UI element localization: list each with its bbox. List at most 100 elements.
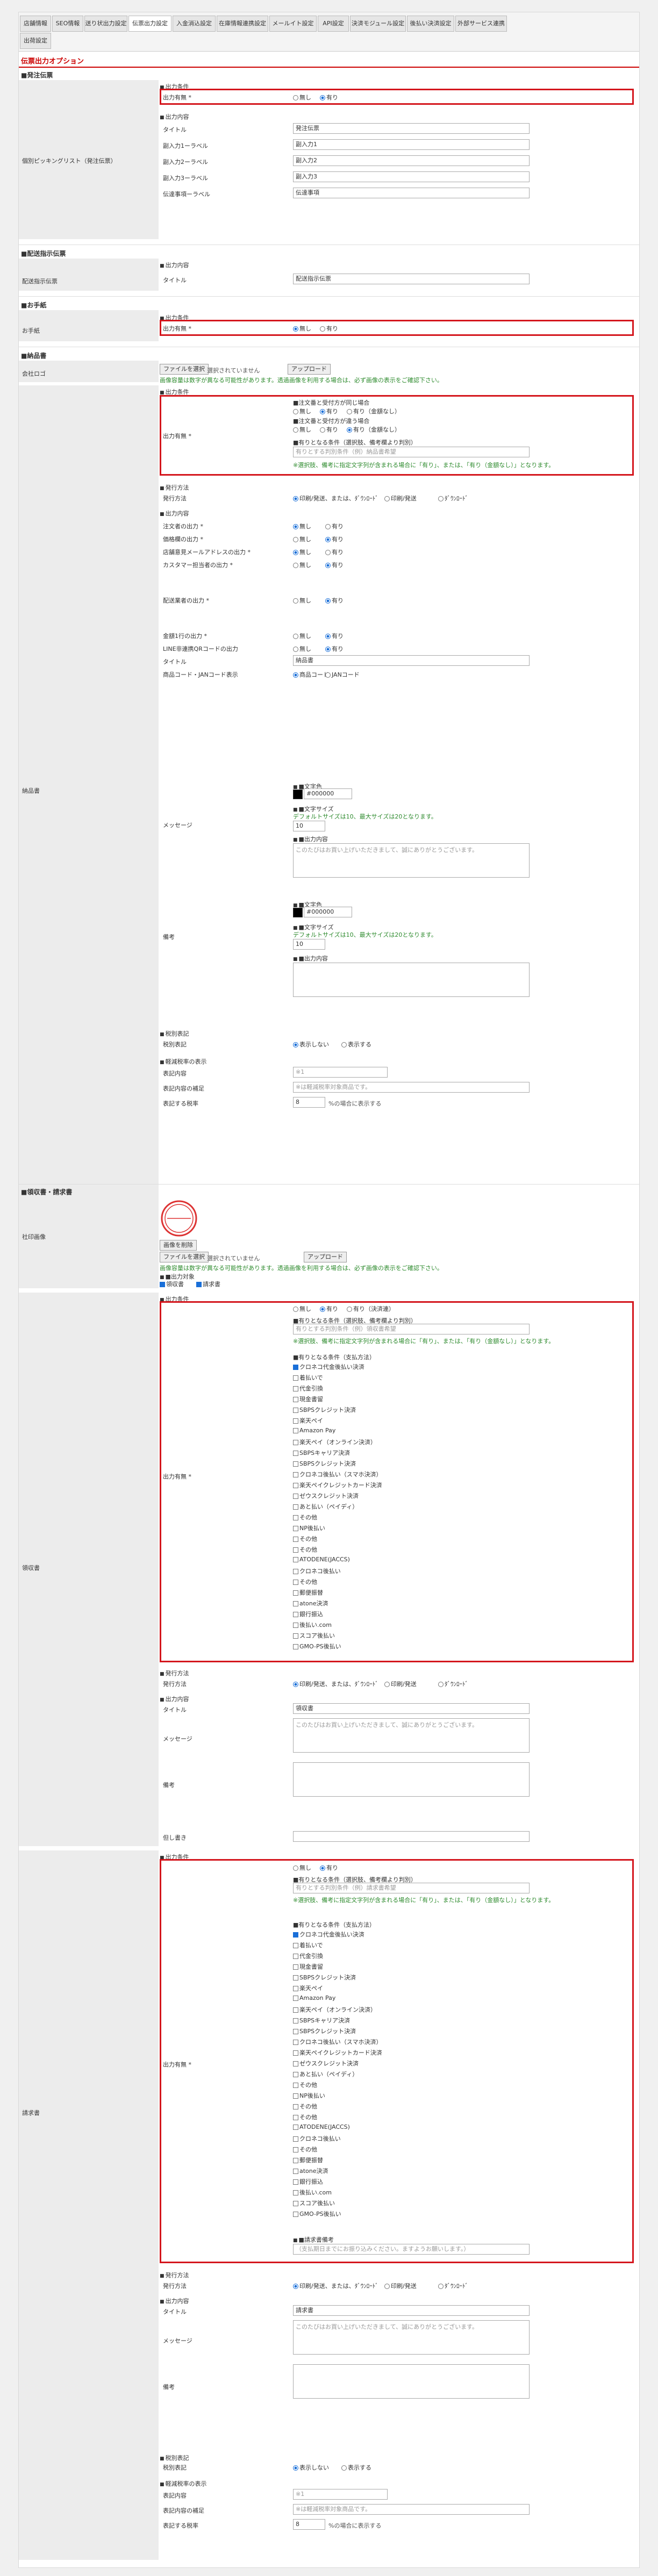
radio-yes[interactable]: 有り xyxy=(320,93,338,102)
radio-yes[interactable]: 有り xyxy=(320,324,338,333)
payment-checkbox[interactable]: 後払い.com xyxy=(293,1620,332,1629)
method-opt-2[interactable]: 印刷/発送 xyxy=(384,494,417,503)
payment-checkbox[interactable]: SBPSキャリア決済 xyxy=(293,1448,350,1457)
payment-checkbox[interactable]: 着払いで xyxy=(293,1941,323,1949)
payment-checkbox[interactable]: 銀行振込 xyxy=(293,2177,323,2186)
payment-checkbox[interactable]: その他 xyxy=(293,2102,317,2111)
payment-checkbox[interactable]: NP後払い xyxy=(293,2091,325,2100)
payment-checkbox[interactable]: ATODENE(JACCS) xyxy=(293,1556,350,1563)
reduced-note-input[interactable]: ※は軽減税率対象商品です。 xyxy=(293,1082,530,1093)
radio-yes-nomoney[interactable]: 有り（金額なし） xyxy=(347,425,400,434)
payment-checkbox[interactable]: 代金引換 xyxy=(293,1384,323,1393)
file-select-button[interactable]: ファイルを選択 xyxy=(160,364,209,375)
item-radio[interactable]: 有り xyxy=(325,644,344,653)
payment-checkbox[interactable]: その他 xyxy=(293,1534,317,1543)
remarks-textarea[interactable] xyxy=(293,2364,530,2399)
tab-9[interactable]: 後払い決済設定 xyxy=(407,16,454,32)
payment-checkbox[interactable]: ゼウスクレジット決済 xyxy=(293,2059,359,2068)
item-radio[interactable]: 無し xyxy=(293,644,311,653)
pick-row-input[interactable]: 副入力2 xyxy=(293,155,530,166)
tab-10[interactable]: 外部サービス連携 xyxy=(455,16,507,32)
payment-checkbox[interactable]: 楽天ペイ（オンライン決済） xyxy=(293,2005,376,2014)
payment-checkbox[interactable]: NP後払い xyxy=(293,1524,325,1532)
cond-input[interactable]: 有りとする判別条件（例）領収書希望 xyxy=(293,1324,530,1334)
item-radio[interactable]: 無し xyxy=(293,596,311,605)
item-radio[interactable]: JANコード xyxy=(325,670,360,679)
font-color-input[interactable]: #000000 xyxy=(304,907,352,917)
payment-checkbox[interactable]: 楽天ペイ xyxy=(293,1416,323,1425)
tab-4[interactable]: 入金消込設定 xyxy=(173,16,216,32)
tab-5[interactable]: 在庫情報連携設定 xyxy=(217,16,268,32)
payment-checkbox[interactable]: SBPSキャリア決済 xyxy=(293,2016,350,2025)
reduced-note-input[interactable]: ※は軽減税率対象商品です。 xyxy=(293,2504,530,2515)
font-size-input[interactable]: 10 xyxy=(293,939,325,950)
radio-yes[interactable]: 有り xyxy=(320,407,338,415)
radio-none[interactable]: 無し xyxy=(293,407,311,415)
receipt-title-input[interactable]: 領収書 xyxy=(293,1703,530,1714)
method-opt-1[interactable]: 印刷/発送、または、ﾀﾞｳﾝﾛｰﾄﾞ xyxy=(293,1680,378,1688)
item-radio[interactable]: 有り xyxy=(325,548,344,556)
method-opt-2[interactable]: 印刷/発送 xyxy=(384,2281,417,2290)
item-radio[interactable]: 有り xyxy=(325,561,344,569)
payment-checkbox[interactable]: 楽天ペイクレジットカード決済 xyxy=(293,2048,382,2057)
reduced-mark-input[interactable]: ※1 xyxy=(293,1067,388,1078)
method-opt-3[interactable]: ﾀﾞｳﾝﾛｰﾄﾞ xyxy=(438,1680,468,1688)
payment-checkbox[interactable]: その他 xyxy=(293,1577,317,1586)
radio-show[interactable]: 表示する xyxy=(341,2463,371,2472)
cond-input[interactable]: 有りとする判別条件（例）請求書希望 xyxy=(293,1883,530,1893)
radio-yes[interactable]: 有り xyxy=(320,1863,338,1872)
method-opt-3[interactable]: ﾀﾞｳﾝﾛｰﾄﾞ xyxy=(438,2281,468,2290)
radio-none[interactable]: 無し xyxy=(293,93,311,102)
payment-checkbox[interactable]: その他 xyxy=(293,1545,317,1554)
payment-checkbox[interactable]: 現金書留 xyxy=(293,1395,323,1403)
item-radio[interactable]: 無し xyxy=(293,561,311,569)
radio-no-show[interactable]: 表示しない xyxy=(293,2463,329,2472)
payment-checkbox[interactable]: クロネコ代金後払い決済 xyxy=(293,1930,364,1939)
payment-checkbox[interactable]: GMO-PS後払い xyxy=(293,2209,341,2218)
pick-title-input[interactable]: 発注伝票 xyxy=(293,123,530,134)
radio-yes-paid[interactable]: 有り（決済連） xyxy=(347,1304,395,1313)
payment-checkbox[interactable]: ゼウスクレジット決済 xyxy=(293,1491,359,1500)
payment-checkbox[interactable]: 着払いで xyxy=(293,1373,323,1382)
payment-checkbox[interactable]: GMO-PS後払い xyxy=(293,1642,341,1651)
payment-checkbox[interactable]: クロネコ代金後払い決済 xyxy=(293,1362,364,1371)
radio-yes[interactable]: 有り xyxy=(320,1304,338,1313)
payment-checkbox[interactable]: 楽天ペイクレジットカード決済 xyxy=(293,1481,382,1489)
item-radio[interactable]: 無し xyxy=(293,548,311,556)
radio-none[interactable]: 無し xyxy=(293,1863,311,1872)
method-opt-1[interactable]: 印刷/発送、または、ﾀﾞｳﾝﾛｰﾄﾞ xyxy=(293,2281,378,2290)
payment-checkbox[interactable]: SBPSクレジット決済 xyxy=(293,1405,356,1414)
cond-input[interactable]: 有りとする判別条件（例）納品書希望 xyxy=(293,447,530,457)
method-opt-3[interactable]: ﾀﾞｳﾝﾛｰﾄﾞ xyxy=(438,494,468,503)
reduced-rate-input[interactable]: 8 xyxy=(293,2519,325,2530)
pick-row-input[interactable]: 副入力1 xyxy=(293,139,530,150)
payment-checkbox[interactable]: Amazon Pay xyxy=(293,1427,335,1434)
payment-checkbox[interactable]: 代金引換 xyxy=(293,1951,323,1960)
color-swatch[interactable] xyxy=(293,790,303,799)
payment-checkbox[interactable]: atone決済 xyxy=(293,1599,328,1608)
font-size-input[interactable]: 10 xyxy=(293,821,325,831)
item-radio[interactable]: 有り xyxy=(325,596,344,605)
upload-button[interactable]: アップロード xyxy=(288,364,331,375)
color-swatch[interactable] xyxy=(293,908,303,917)
delete-image-button[interactable]: 画像を削除 xyxy=(160,1240,197,1251)
tab-8[interactable]: 決済モジュール設定 xyxy=(350,16,406,32)
remarks-textarea[interactable] xyxy=(293,1762,530,1797)
tab-7[interactable]: API設定 xyxy=(318,16,349,32)
payment-checkbox[interactable]: SBPSクレジット決済 xyxy=(293,1973,356,1982)
radio-yes[interactable]: 有り xyxy=(320,425,338,434)
payment-checkbox[interactable]: クロネコ後払い xyxy=(293,2134,341,2143)
payment-checkbox[interactable]: 楽天ペイ（オンライン決済） xyxy=(293,1438,376,1446)
payment-checkbox[interactable]: 楽天ペイ xyxy=(293,1984,323,1992)
message-textarea[interactable]: このたびはお買い上げいただきまして、誠にありがとうございます。 xyxy=(293,843,530,878)
tab-3[interactable]: 伝票出力設定 xyxy=(128,16,171,32)
payment-checkbox[interactable]: スコア後払い xyxy=(293,2199,335,2207)
item-radio[interactable]: 無し xyxy=(293,522,311,530)
payment-checkbox[interactable]: あと払い（ペイディ） xyxy=(293,2070,358,2078)
radio-none[interactable]: 無し xyxy=(293,324,311,333)
tab-1[interactable]: SEO情報 xyxy=(52,16,83,32)
bill-tail-input[interactable]: （支払期日までにお振り込みください。ますようお願いします。） xyxy=(293,2244,530,2255)
payment-checkbox[interactable]: 郵便振替 xyxy=(293,1588,323,1597)
check-invoice[interactable]: 請求書 xyxy=(196,1280,220,1288)
tab-11[interactable]: 出荷設定 xyxy=(20,33,51,49)
